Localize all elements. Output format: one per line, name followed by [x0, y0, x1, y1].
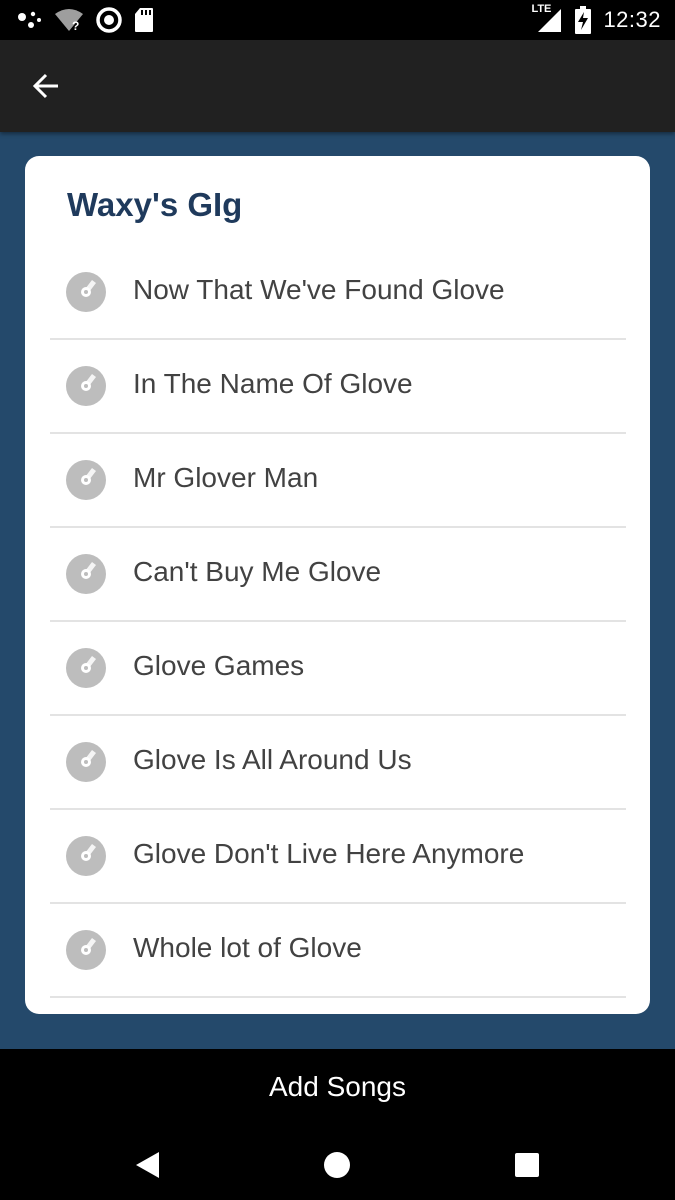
recents-square-icon	[515, 1153, 539, 1177]
nav-recents-button[interactable]	[507, 1145, 547, 1185]
app-bar	[0, 40, 675, 132]
song-title: Can't Buy Me Glove	[133, 556, 382, 587]
signal-icon: LTE	[531, 3, 563, 33]
sync-icon	[96, 7, 122, 33]
system-nav-bar	[0, 1125, 675, 1200]
nav-back-button[interactable]	[128, 1145, 168, 1185]
song-list-item[interactable]: Can't Buy Me Glove	[50, 528, 626, 622]
song-list-item[interactable]: Glove Is All Around Us	[50, 716, 626, 810]
arrow-back-icon	[32, 73, 58, 99]
nav-home-button[interactable]	[317, 1145, 357, 1185]
status-time: 12:32	[603, 7, 661, 32]
disc-icon	[66, 648, 106, 688]
song-list: Now That We've Found Glove In The Name O…	[50, 246, 626, 998]
disc-icon	[66, 930, 106, 970]
disc-icon	[66, 554, 106, 594]
battery-charging-icon	[575, 6, 592, 34]
song-title: Mr Glover Man	[133, 462, 319, 493]
song-title: Now That We've Found Glove	[133, 274, 505, 305]
status-bar: ? LTE 12:32	[0, 0, 675, 40]
song-title: In The Name Of Glove	[133, 368, 413, 399]
song-list-item[interactable]: Mr Glover Man	[50, 434, 626, 528]
song-list-item[interactable]: Glove Don't Live Here Anymore	[50, 810, 626, 904]
svg-text:?: ?	[72, 19, 79, 32]
song-title: Glove Games	[133, 650, 305, 681]
back-button[interactable]	[20, 60, 72, 112]
disc-icon	[66, 742, 106, 782]
song-list-item[interactable]: In The Name Of Glove	[50, 340, 626, 434]
home-circle-icon	[324, 1152, 350, 1178]
disc-icon	[66, 366, 106, 406]
song-list-item[interactable]: Glove Games	[50, 622, 626, 716]
song-title: Whole lot of Glove	[133, 932, 362, 963]
gig-title: Waxy's GIg	[67, 186, 243, 223]
song-title: Glove Don't Live Here Anymore	[133, 838, 525, 869]
song-title: Glove Is All Around Us	[133, 744, 412, 775]
disc-icon	[66, 460, 106, 500]
add-songs-button[interactable]: Add Songs	[0, 1049, 675, 1125]
sd-card-icon	[135, 8, 153, 32]
gig-card: Waxy's GIg Now That We've Found Glove In…	[25, 156, 650, 1014]
disc-icon	[66, 836, 106, 876]
wifi-unknown-icon: ?	[55, 9, 83, 32]
assistant-icon	[18, 11, 41, 28]
back-triangle-icon	[136, 1152, 159, 1178]
disc-icon	[66, 272, 106, 312]
song-list-item[interactable]: Now That We've Found Glove	[50, 246, 626, 340]
song-list-item[interactable]: Whole lot of Glove	[50, 904, 626, 998]
bottom-bar: Add Songs	[0, 1049, 675, 1200]
